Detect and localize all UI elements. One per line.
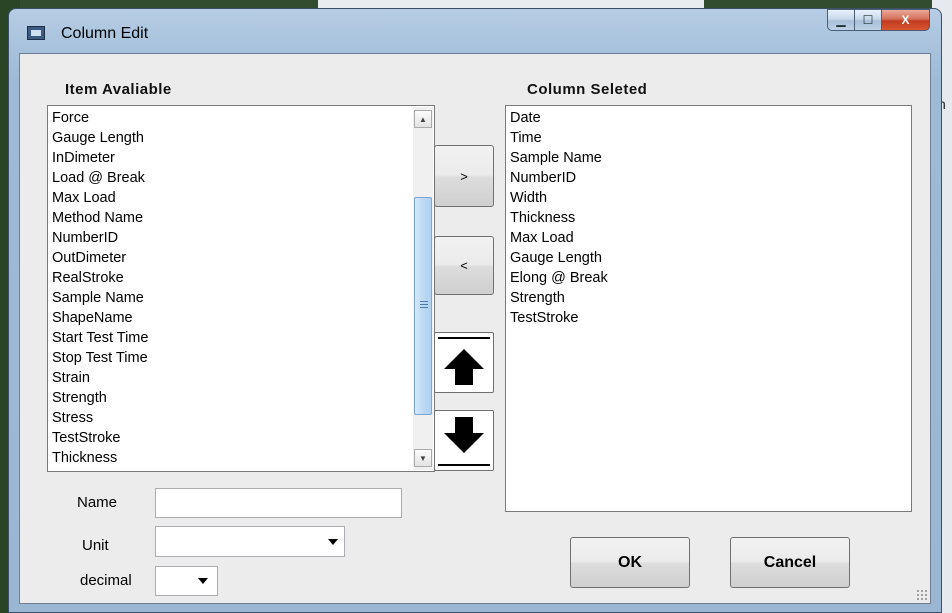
list-item[interactable]: Time	[506, 128, 906, 148]
list-item[interactable]: Max Load	[48, 188, 408, 208]
scroll-grip-icon	[420, 301, 428, 308]
list-item[interactable]: Strain	[48, 368, 408, 388]
column-edit-dialog: Column Edit ▁ ☐ X Item Avaliable Force Ga…	[8, 8, 942, 613]
list-item[interactable]: Thickness	[48, 448, 408, 468]
list-item[interactable]: Force	[48, 108, 408, 128]
name-label: Name	[77, 494, 118, 511]
background-app-strip	[318, 0, 704, 8]
dialog-client-area: Item Avaliable Force Gauge Length InDimete…	[19, 53, 931, 604]
list-item[interactable]: Thickness	[506, 208, 906, 228]
scroll-down-arrow[interactable]: ▼	[414, 449, 432, 467]
caption-buttons: ▁ ☐ X	[827, 9, 930, 35]
unit-label: Unit	[82, 537, 109, 554]
list-item[interactable]: Elong @ Break	[506, 268, 906, 288]
add-column-button[interactable]: >	[434, 145, 494, 207]
ok-label: OK	[618, 553, 642, 571]
resize-grip-icon[interactable]	[916, 589, 928, 601]
list-item[interactable]: Strength	[506, 288, 906, 308]
chevron-down-icon	[328, 538, 338, 545]
maximize-button[interactable]: ☐	[855, 9, 882, 31]
list-item[interactable]: Max Load	[506, 228, 906, 248]
list-item[interactable]: RealStroke	[48, 268, 408, 288]
list-item[interactable]: ShapeName	[48, 308, 408, 328]
ok-button[interactable]: OK	[570, 537, 690, 588]
name-input[interactable]	[155, 488, 402, 518]
move-up-bar	[438, 337, 490, 339]
list-item[interactable]: Strength	[48, 388, 408, 408]
list-item[interactable]: NumberID	[48, 228, 408, 248]
cancel-label: Cancel	[763, 553, 817, 571]
list-item[interactable]: Gauge Length	[48, 128, 408, 148]
unit-select[interactable]	[155, 526, 345, 557]
arrow-up-icon	[444, 349, 484, 385]
scroll-up-arrow[interactable]: ▲	[414, 110, 432, 128]
available-scrollbar[interactable]: ▲ ▼	[413, 107, 433, 470]
add-column-label: >	[460, 168, 468, 184]
list-item[interactable]: Start Test Time	[48, 328, 408, 348]
available-listbox[interactable]: Force Gauge Length InDimeter Load @ Break Ma…	[47, 105, 435, 472]
list-item[interactable]: TestStroke	[48, 428, 408, 448]
decimal-select[interactable]	[155, 566, 218, 596]
list-item[interactable]: OutDimeter	[48, 248, 408, 268]
minimize-icon: ▁	[836, 13, 846, 27]
window-title: Column Edit	[61, 25, 149, 42]
move-down-bar	[438, 464, 490, 466]
arrow-down-icon	[444, 417, 484, 453]
scroll-thumb[interactable]	[414, 197, 432, 415]
list-item[interactable]: Stress	[48, 408, 408, 428]
minimize-button[interactable]: ▁	[827, 9, 855, 31]
list-item[interactable]: Width	[506, 188, 906, 208]
list-item[interactable]: Gauge Length	[506, 248, 906, 268]
list-item[interactable]: Stop Test Time	[48, 348, 408, 368]
list-item[interactable]: Sample Name	[506, 148, 906, 168]
list-item[interactable]: TestStroke	[506, 308, 906, 328]
list-item[interactable]: Load @ Break	[48, 168, 408, 188]
list-item[interactable]: InDimeter	[48, 148, 408, 168]
remove-column-button[interactable]: <	[434, 236, 494, 295]
selected-listbox[interactable]: Date Time Sample Name NumberID Width Thicknes…	[505, 105, 912, 512]
window-icon	[27, 26, 45, 40]
move-down-button[interactable]	[434, 410, 494, 471]
decimal-label: decimal	[80, 572, 132, 589]
list-item[interactable]: Date	[506, 108, 906, 128]
title-bar[interactable]: Column Edit ▁ ☐ X	[9, 9, 941, 53]
selected-label: Column Seleted	[527, 81, 648, 98]
close-button[interactable]: X	[882, 9, 930, 31]
available-label: Item Avaliable	[65, 81, 172, 98]
remove-column-label: <	[460, 258, 468, 273]
cancel-button[interactable]: Cancel	[730, 537, 850, 588]
maximize-icon: ☐	[862, 13, 874, 27]
chevron-down-icon	[198, 578, 208, 584]
list-item[interactable]: Method Name	[48, 208, 408, 228]
list-item[interactable]: NumberID	[506, 168, 906, 188]
list-item[interactable]: Sample Name	[48, 288, 408, 308]
move-up-button[interactable]	[434, 332, 494, 393]
close-icon: X	[901, 13, 910, 27]
